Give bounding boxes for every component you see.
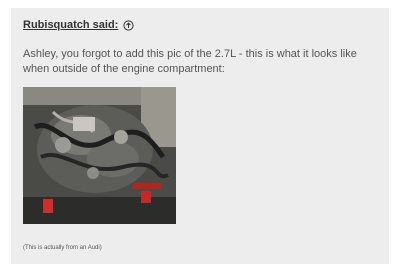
engine-photo[interactable] bbox=[23, 87, 176, 224]
quote-block: Rubisquatch said: Ashley, you forgot to … bbox=[11, 8, 389, 264]
arrow-up-circle-icon[interactable] bbox=[123, 19, 134, 31]
quote-text: Ashley, you forgot to add this pic of th… bbox=[23, 48, 357, 75]
quote-header: Rubisquatch said: bbox=[23, 19, 134, 31]
quote-footnote: (This is actually from an Audi) bbox=[23, 245, 102, 251]
quote-author-link[interactable]: Rubisquatch said: bbox=[23, 19, 118, 31]
